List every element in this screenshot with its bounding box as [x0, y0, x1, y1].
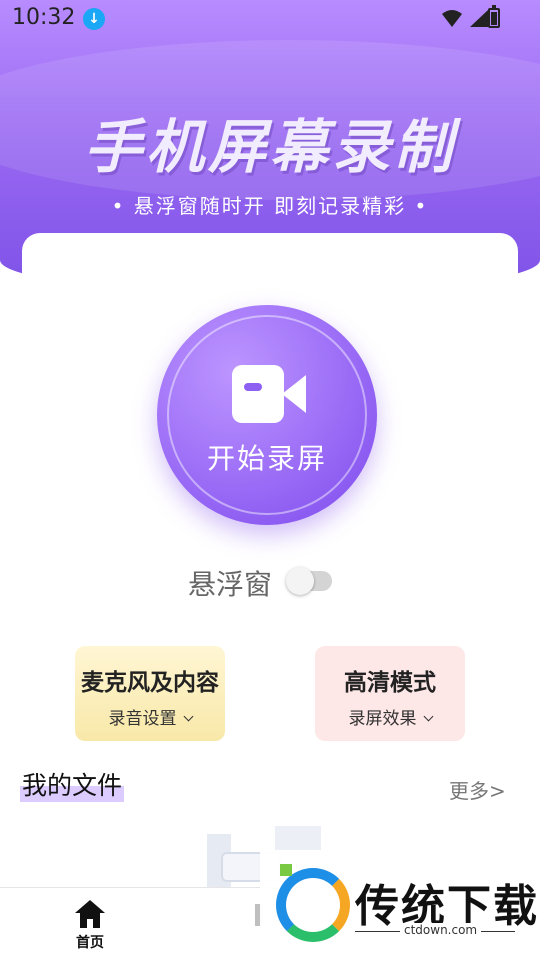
- hero-subtitle: • 悬浮窗随时开 即刻记录精彩 •: [111, 194, 429, 218]
- status-time: 10:32: [12, 5, 76, 30]
- start-record-label: 开始录屏: [206, 442, 327, 475]
- camera-side: [282, 375, 306, 413]
- toggle-knob: [286, 567, 314, 595]
- status-bar: 10:32 ↓: [0, 0, 540, 38]
- hd-mode-card[interactable]: 高清模式 录屏效果: [315, 646, 465, 741]
- chevron-down-icon: [423, 711, 433, 722]
- camera-lens: [244, 383, 262, 391]
- watermark-url: ctdown.com: [400, 923, 482, 937]
- start-record-button[interactable]: 开始录屏: [157, 305, 377, 525]
- float-window-label: 悬浮窗: [188, 568, 273, 601]
- battery-icon: [488, 5, 500, 28]
- hd-mode-title: 高清模式: [344, 670, 436, 696]
- hd-mode-subtitle-text: 录屏效果: [348, 709, 417, 729]
- download-icon: ↓: [83, 8, 105, 30]
- watermark-dots-icon: [280, 864, 292, 876]
- home-icon: [75, 900, 105, 928]
- watermark-emblem-icon: [276, 868, 350, 942]
- tab-home[interactable]: 首页: [60, 900, 120, 952]
- tab-home-label: 首页: [76, 935, 104, 951]
- float-window-toggle[interactable]: [286, 567, 332, 595]
- more-files-link[interactable]: 更多>: [449, 775, 506, 804]
- mic-settings-card[interactable]: 麦克风及内容 录音设置: [75, 646, 225, 741]
- chevron-down-icon: [183, 711, 193, 722]
- hd-mode-subtitle[interactable]: 录屏效果: [315, 704, 465, 729]
- watermark-logo: 传统下载 ctdown.com: [260, 850, 540, 960]
- mic-settings-subtitle-text: 录音设置: [108, 709, 177, 729]
- video-camera-icon: [232, 365, 306, 423]
- my-files-title: 我的文件: [20, 766, 125, 802]
- hero-title: 手机屏幕录制: [83, 113, 456, 181]
- mic-settings-title: 麦克风及内容: [81, 670, 219, 696]
- camera-body: [232, 365, 284, 423]
- mic-settings-subtitle[interactable]: 录音设置: [75, 704, 225, 729]
- wifi-icon: [442, 10, 462, 27]
- cellular-icon: [470, 10, 488, 27]
